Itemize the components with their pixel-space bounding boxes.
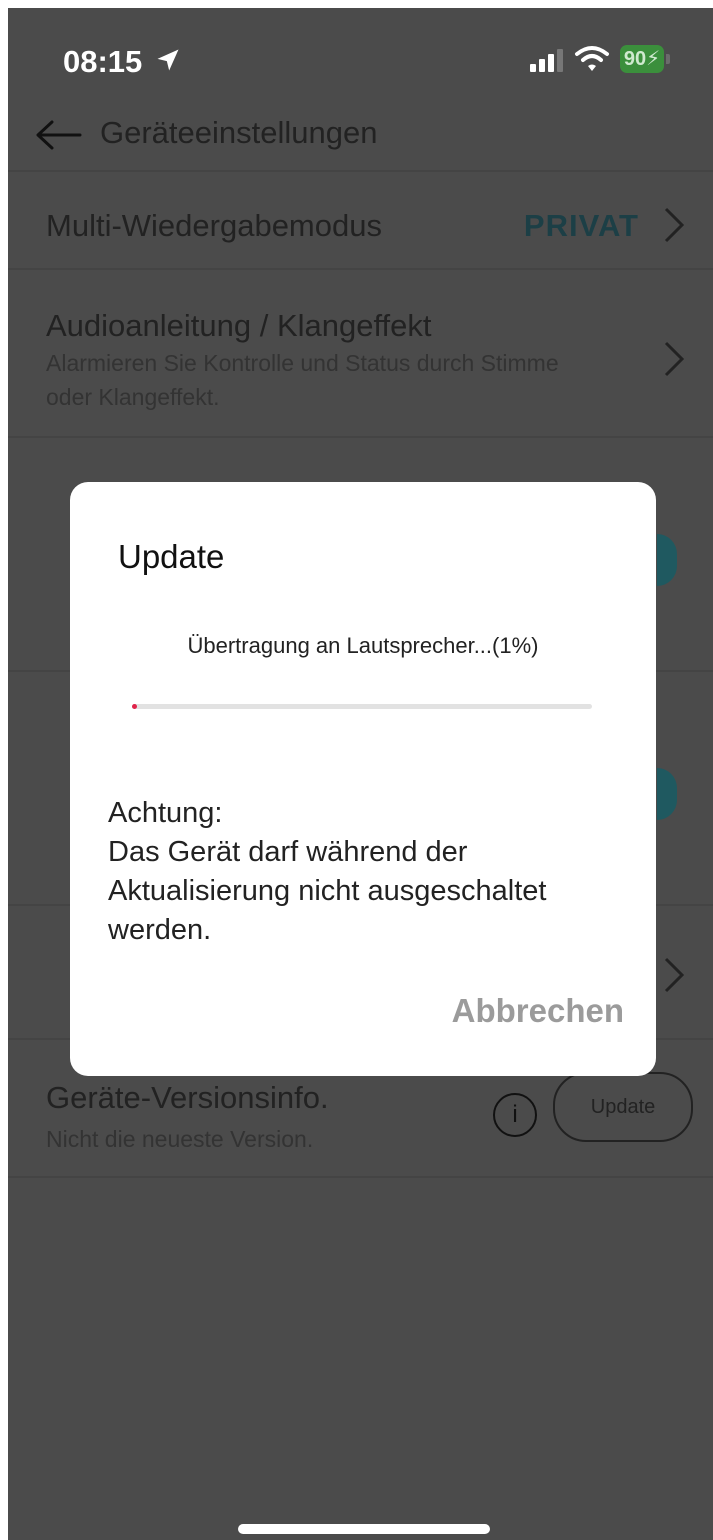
row-value: PRIVAT bbox=[523, 208, 639, 243]
battery-level: 90 bbox=[623, 48, 647, 70]
wifi-icon bbox=[575, 46, 609, 71]
battery-tip bbox=[666, 54, 670, 64]
page-title: Geräteeinstellungen bbox=[100, 115, 378, 150]
warning-text: Achtung: Das Gerät darf während der Aktu… bbox=[108, 797, 547, 946]
status-bar: 08:15 90⚡ bbox=[8, 8, 713, 108]
progress-bar bbox=[132, 704, 592, 709]
toggle-switch[interactable] bbox=[657, 534, 677, 586]
setting-row-multi-playback[interactable]: Multi-Wiedergabemodus PRIVAT bbox=[8, 170, 713, 268]
update-dialog: Update Übertragung an Lautsprecher...(1%… bbox=[70, 482, 656, 1076]
status-time: 08:15 bbox=[63, 44, 143, 79]
row-title: Audioanleitung / Klangeffekt bbox=[46, 308, 432, 343]
dialog-title: Update bbox=[118, 538, 225, 575]
chevron-right-icon bbox=[664, 207, 685, 243]
setting-row-audio-guide[interactable]: Audioanleitung / Klangeffekt Alarmieren … bbox=[8, 268, 713, 436]
progress-bar-fill bbox=[132, 704, 137, 709]
toggle-switch[interactable] bbox=[657, 768, 677, 820]
row-title: Geräte-Versionsinfo. bbox=[46, 1080, 329, 1115]
row-subtitle: Alarmieren Sie Kontrolle und Status durc… bbox=[46, 350, 559, 410]
progress-status-text: Übertragung an Lautsprecher...(1%) bbox=[187, 633, 539, 658]
cellular-signal-icon bbox=[530, 49, 563, 72]
update-button[interactable]: Update bbox=[553, 1072, 693, 1142]
row-title: Multi-Wiedergabemodus bbox=[46, 208, 382, 243]
home-indicator[interactable] bbox=[238, 1524, 490, 1534]
chevron-right-icon bbox=[664, 957, 685, 993]
battery-charging-icon: 90⚡ bbox=[620, 45, 664, 73]
location-arrow-icon bbox=[157, 49, 179, 71]
screen: 08:15 90⚡ Geräteeinstellungen Multi-Wied… bbox=[8, 8, 713, 1540]
chevron-right-icon bbox=[664, 341, 685, 377]
info-icon[interactable]: i bbox=[493, 1093, 537, 1137]
cancel-button[interactable]: Abbrechen bbox=[452, 992, 624, 1030]
arrow-left-icon[interactable] bbox=[34, 120, 82, 150]
